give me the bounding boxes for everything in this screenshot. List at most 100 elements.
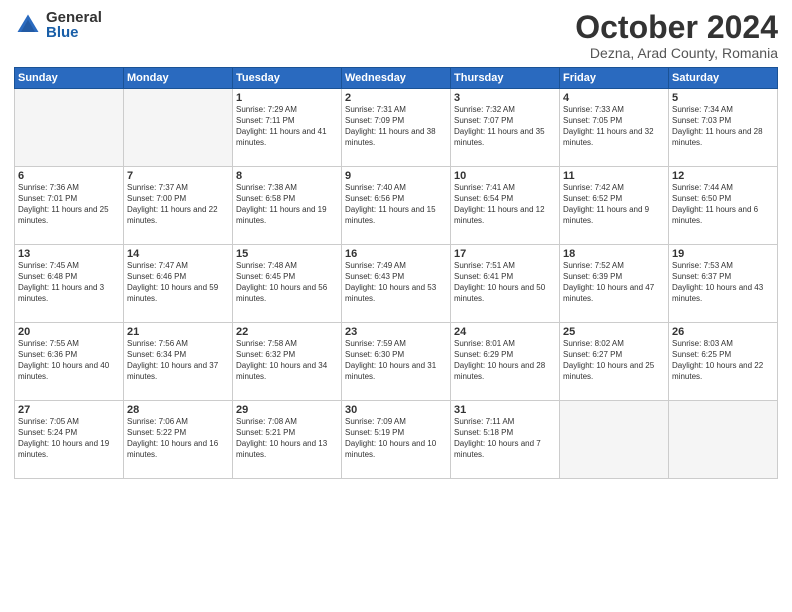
day-info: Sunrise: 7:34 AM Sunset: 7:03 PM Dayligh…	[672, 105, 774, 148]
day-number: 22	[236, 326, 338, 338]
day-cell: 8Sunrise: 7:38 AM Sunset: 6:58 PM Daylig…	[233, 167, 342, 245]
day-cell: 11Sunrise: 7:42 AM Sunset: 6:52 PM Dayli…	[560, 167, 669, 245]
day-info: Sunrise: 8:01 AM Sunset: 6:29 PM Dayligh…	[454, 339, 556, 382]
day-info: Sunrise: 7:49 AM Sunset: 6:43 PM Dayligh…	[345, 261, 447, 304]
day-header-sunday: Sunday	[15, 68, 124, 89]
day-cell: 28Sunrise: 7:06 AM Sunset: 5:22 PM Dayli…	[124, 401, 233, 479]
day-info: Sunrise: 7:31 AM Sunset: 7:09 PM Dayligh…	[345, 105, 447, 148]
day-number: 3	[454, 92, 556, 104]
day-cell: 18Sunrise: 7:52 AM Sunset: 6:39 PM Dayli…	[560, 245, 669, 323]
header: General Blue October 2024 Dezna, Arad Co…	[14, 10, 778, 61]
day-info: Sunrise: 7:41 AM Sunset: 6:54 PM Dayligh…	[454, 183, 556, 226]
day-cell	[15, 89, 124, 167]
day-number: 23	[345, 326, 447, 338]
day-number: 9	[345, 170, 447, 182]
day-cell: 29Sunrise: 7:08 AM Sunset: 5:21 PM Dayli…	[233, 401, 342, 479]
day-cell: 5Sunrise: 7:34 AM Sunset: 7:03 PM Daylig…	[669, 89, 778, 167]
day-number: 28	[127, 404, 229, 416]
logo-icon	[14, 11, 42, 39]
week-row-3: 13Sunrise: 7:45 AM Sunset: 6:48 PM Dayli…	[15, 245, 778, 323]
day-cell: 10Sunrise: 7:41 AM Sunset: 6:54 PM Dayli…	[451, 167, 560, 245]
day-info: Sunrise: 7:40 AM Sunset: 6:56 PM Dayligh…	[345, 183, 447, 226]
day-number: 1	[236, 92, 338, 104]
day-number: 30	[345, 404, 447, 416]
day-info: Sunrise: 7:38 AM Sunset: 6:58 PM Dayligh…	[236, 183, 338, 226]
day-number: 5	[672, 92, 774, 104]
day-cell: 13Sunrise: 7:45 AM Sunset: 6:48 PM Dayli…	[15, 245, 124, 323]
day-cell: 16Sunrise: 7:49 AM Sunset: 6:43 PM Dayli…	[342, 245, 451, 323]
day-cell: 12Sunrise: 7:44 AM Sunset: 6:50 PM Dayli…	[669, 167, 778, 245]
day-info: Sunrise: 7:59 AM Sunset: 6:30 PM Dayligh…	[345, 339, 447, 382]
day-cell: 9Sunrise: 7:40 AM Sunset: 6:56 PM Daylig…	[342, 167, 451, 245]
day-cell: 7Sunrise: 7:37 AM Sunset: 7:00 PM Daylig…	[124, 167, 233, 245]
logo: General Blue	[14, 10, 102, 40]
day-info: Sunrise: 7:08 AM Sunset: 5:21 PM Dayligh…	[236, 417, 338, 460]
day-cell: 27Sunrise: 7:05 AM Sunset: 5:24 PM Dayli…	[15, 401, 124, 479]
logo-general: General	[46, 10, 102, 25]
day-info: Sunrise: 7:36 AM Sunset: 7:01 PM Dayligh…	[18, 183, 120, 226]
day-info: Sunrise: 8:02 AM Sunset: 6:27 PM Dayligh…	[563, 339, 665, 382]
day-cell: 30Sunrise: 7:09 AM Sunset: 5:19 PM Dayli…	[342, 401, 451, 479]
day-info: Sunrise: 7:53 AM Sunset: 6:37 PM Dayligh…	[672, 261, 774, 304]
day-info: Sunrise: 7:52 AM Sunset: 6:39 PM Dayligh…	[563, 261, 665, 304]
day-info: Sunrise: 7:42 AM Sunset: 6:52 PM Dayligh…	[563, 183, 665, 226]
day-number: 29	[236, 404, 338, 416]
day-number: 27	[18, 404, 120, 416]
day-cell: 4Sunrise: 7:33 AM Sunset: 7:05 PM Daylig…	[560, 89, 669, 167]
day-info: Sunrise: 7:47 AM Sunset: 6:46 PM Dayligh…	[127, 261, 229, 304]
day-info: Sunrise: 7:33 AM Sunset: 7:05 PM Dayligh…	[563, 105, 665, 148]
week-row-2: 6Sunrise: 7:36 AM Sunset: 7:01 PM Daylig…	[15, 167, 778, 245]
day-number: 12	[672, 170, 774, 182]
day-cell	[560, 401, 669, 479]
calendar-table: SundayMondayTuesdayWednesdayThursdayFrid…	[14, 67, 778, 479]
day-number: 11	[563, 170, 665, 182]
day-number: 14	[127, 248, 229, 260]
day-number: 4	[563, 92, 665, 104]
day-info: Sunrise: 7:05 AM Sunset: 5:24 PM Dayligh…	[18, 417, 120, 460]
day-cell: 26Sunrise: 8:03 AM Sunset: 6:25 PM Dayli…	[669, 323, 778, 401]
day-info: Sunrise: 7:51 AM Sunset: 6:41 PM Dayligh…	[454, 261, 556, 304]
day-number: 15	[236, 248, 338, 260]
day-number: 6	[18, 170, 120, 182]
day-cell: 21Sunrise: 7:56 AM Sunset: 6:34 PM Dayli…	[124, 323, 233, 401]
day-header-monday: Monday	[124, 68, 233, 89]
day-header-friday: Friday	[560, 68, 669, 89]
logo-text: General Blue	[46, 10, 102, 40]
day-header-tuesday: Tuesday	[233, 68, 342, 89]
day-cell: 25Sunrise: 8:02 AM Sunset: 6:27 PM Dayli…	[560, 323, 669, 401]
week-row-1: 1Sunrise: 7:29 AM Sunset: 7:11 PM Daylig…	[15, 89, 778, 167]
day-number: 10	[454, 170, 556, 182]
day-info: Sunrise: 7:45 AM Sunset: 6:48 PM Dayligh…	[18, 261, 120, 304]
day-cell: 1Sunrise: 7:29 AM Sunset: 7:11 PM Daylig…	[233, 89, 342, 167]
day-number: 25	[563, 326, 665, 338]
title-block: October 2024 Dezna, Arad County, Romania	[575, 10, 778, 61]
day-cell: 6Sunrise: 7:36 AM Sunset: 7:01 PM Daylig…	[15, 167, 124, 245]
day-header-thursday: Thursday	[451, 68, 560, 89]
day-info: Sunrise: 7:29 AM Sunset: 7:11 PM Dayligh…	[236, 105, 338, 148]
day-number: 26	[672, 326, 774, 338]
day-number: 24	[454, 326, 556, 338]
day-number: 2	[345, 92, 447, 104]
day-header-wednesday: Wednesday	[342, 68, 451, 89]
day-number: 17	[454, 248, 556, 260]
day-number: 19	[672, 248, 774, 260]
day-cell: 19Sunrise: 7:53 AM Sunset: 6:37 PM Dayli…	[669, 245, 778, 323]
day-number: 18	[563, 248, 665, 260]
day-cell: 14Sunrise: 7:47 AM Sunset: 6:46 PM Dayli…	[124, 245, 233, 323]
day-info: Sunrise: 7:09 AM Sunset: 5:19 PM Dayligh…	[345, 417, 447, 460]
month-title: October 2024	[575, 10, 778, 45]
day-info: Sunrise: 7:32 AM Sunset: 7:07 PM Dayligh…	[454, 105, 556, 148]
day-number: 31	[454, 404, 556, 416]
day-number: 8	[236, 170, 338, 182]
day-number: 21	[127, 326, 229, 338]
page: General Blue October 2024 Dezna, Arad Co…	[0, 0, 792, 612]
location: Dezna, Arad County, Romania	[575, 45, 778, 61]
day-cell: 3Sunrise: 7:32 AM Sunset: 7:07 PM Daylig…	[451, 89, 560, 167]
day-cell	[669, 401, 778, 479]
day-info: Sunrise: 7:06 AM Sunset: 5:22 PM Dayligh…	[127, 417, 229, 460]
day-info: Sunrise: 8:03 AM Sunset: 6:25 PM Dayligh…	[672, 339, 774, 382]
day-number: 13	[18, 248, 120, 260]
day-cell: 15Sunrise: 7:48 AM Sunset: 6:45 PM Dayli…	[233, 245, 342, 323]
day-number: 7	[127, 170, 229, 182]
week-row-4: 20Sunrise: 7:55 AM Sunset: 6:36 PM Dayli…	[15, 323, 778, 401]
